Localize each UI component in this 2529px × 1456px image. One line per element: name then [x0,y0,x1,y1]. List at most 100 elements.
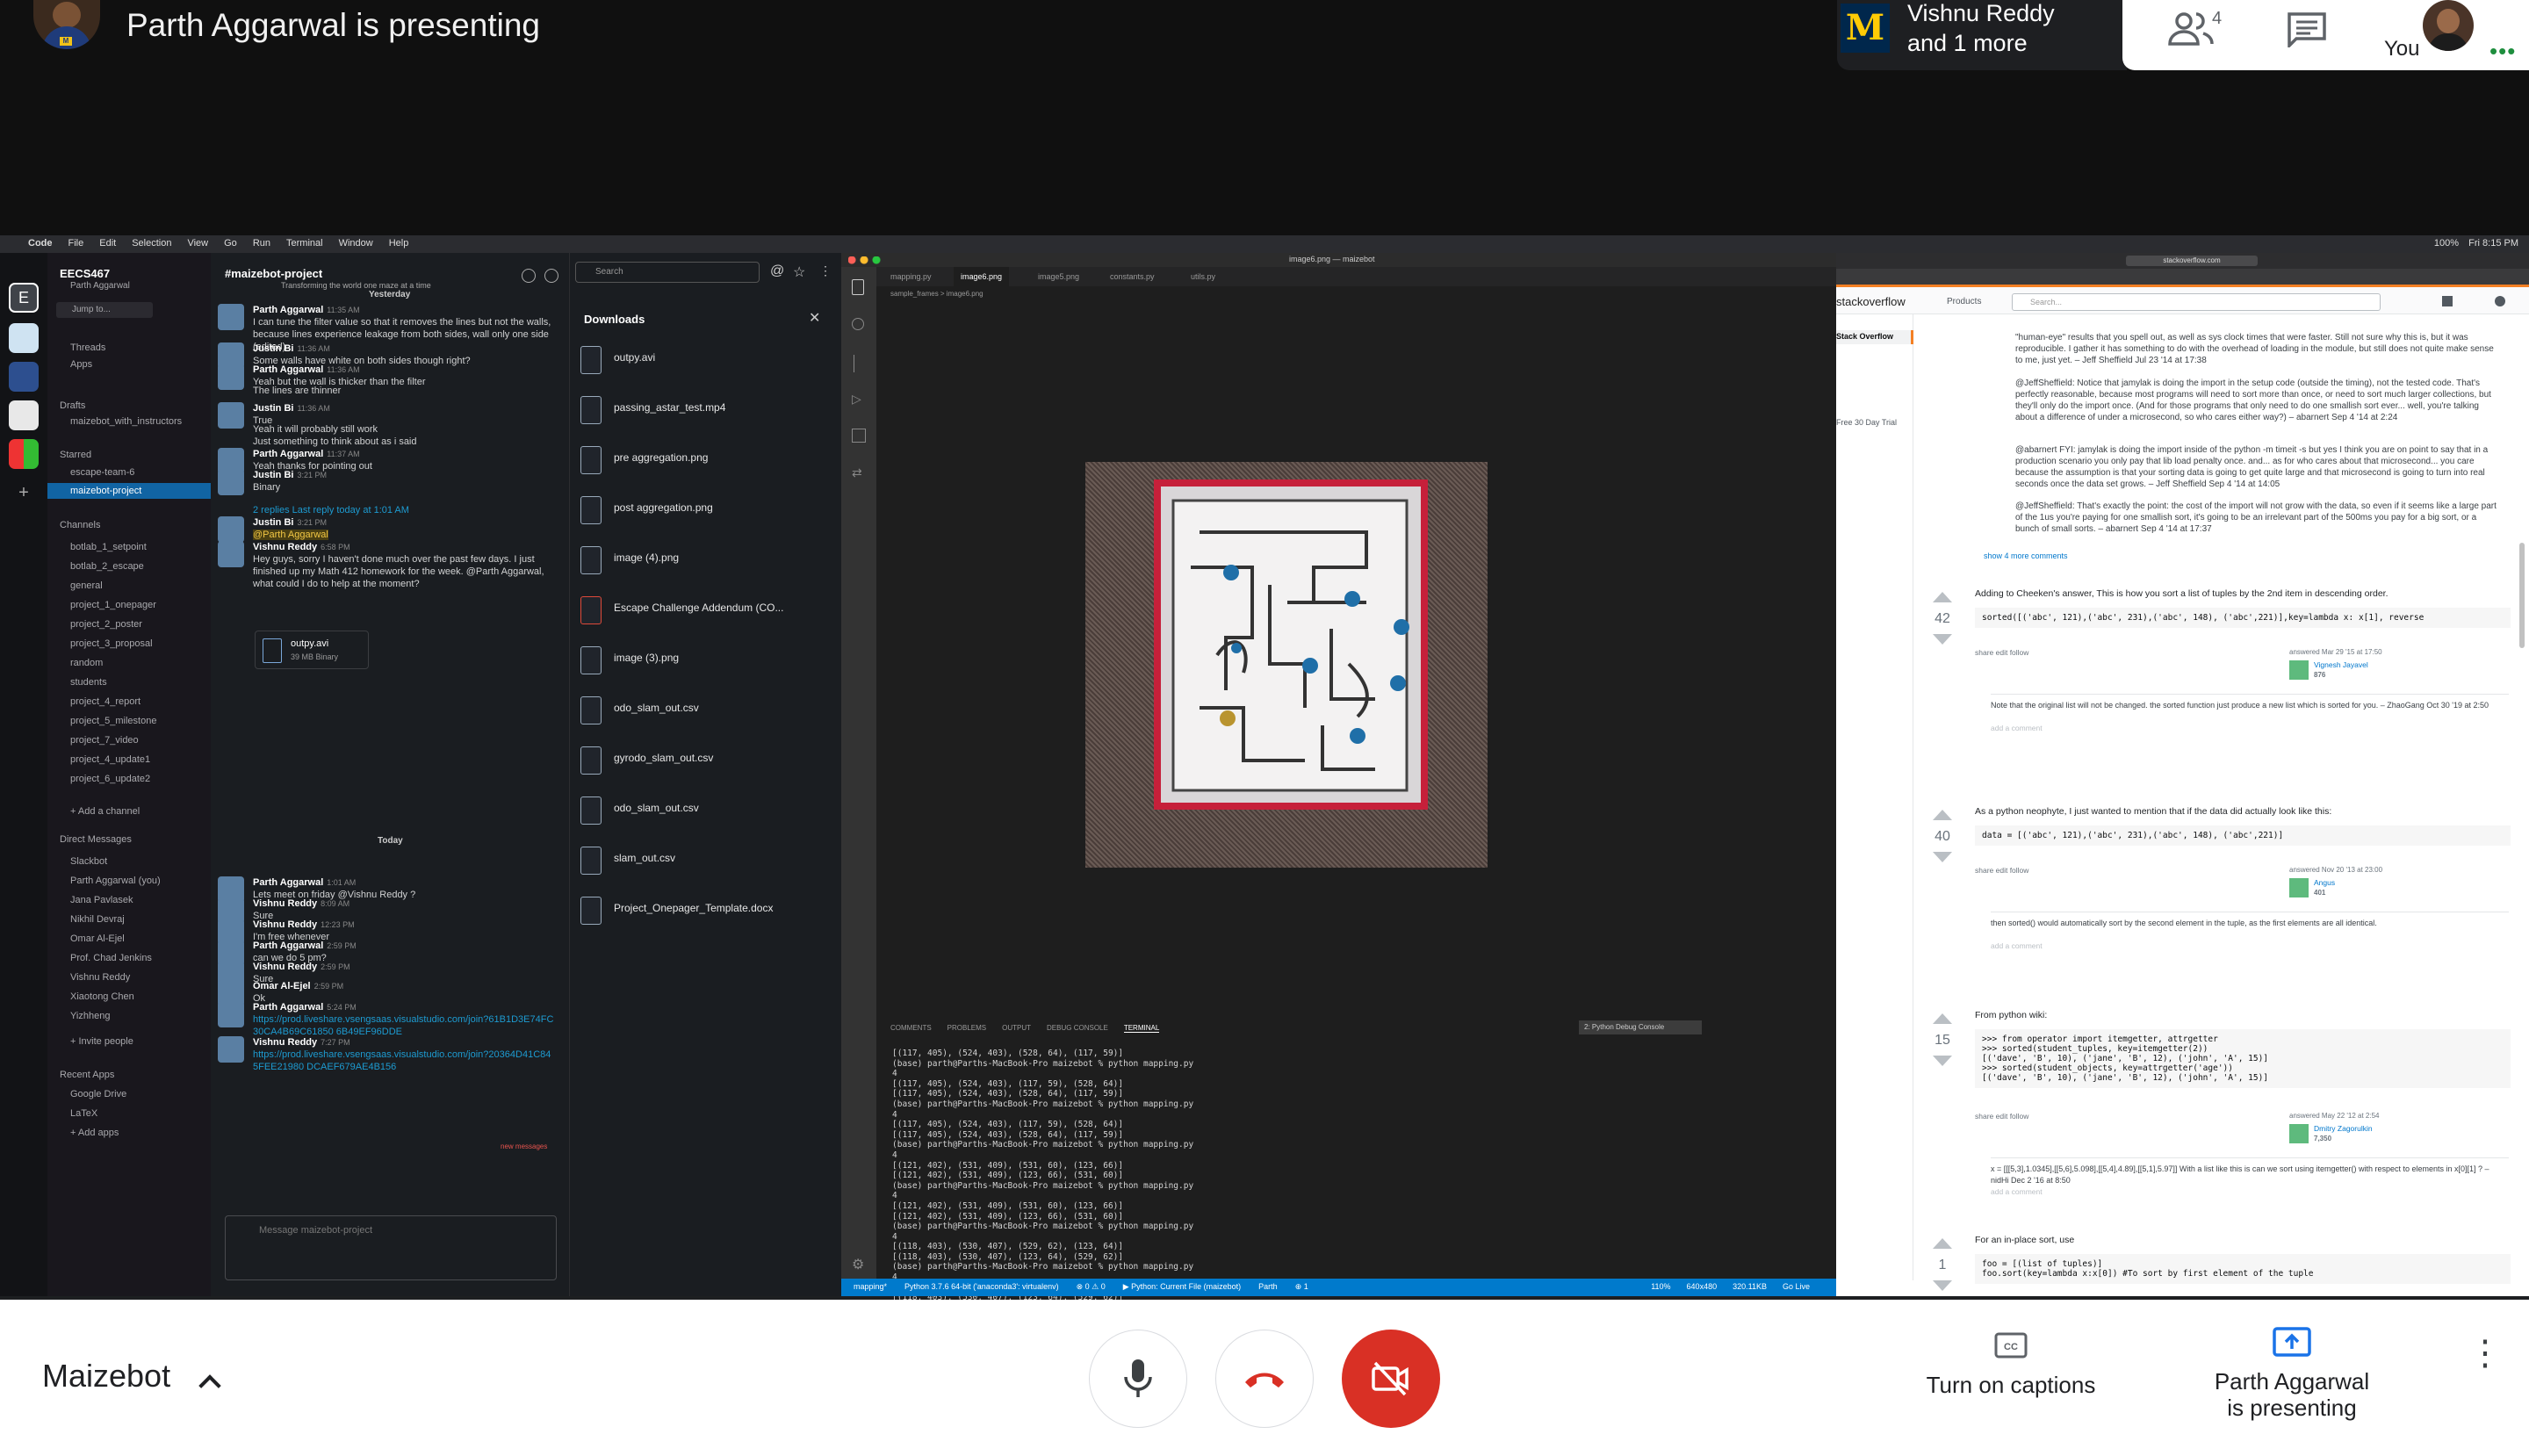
upvote-arrow-icon[interactable] [1933,1238,1952,1249]
status-item[interactable]: ⊕ 1 [1295,1282,1308,1292]
channel-item[interactable]: general [70,576,156,595]
post-actions[interactable]: share edit follow [1975,648,2028,657]
panel-tab-output[interactable]: OUTPUT [1002,1024,1031,1033]
channel-item[interactable]: project_3_proposal [70,634,156,653]
download-item[interactable]: outpy.avi [580,341,835,379]
message[interactable]: 2 replies Last reply today at 1:01 AM [221,504,555,516]
panel-tab-problems[interactable]: PROBLEMS [947,1024,986,1033]
channel-item[interactable]: project_7_video [70,731,156,750]
chat-button[interactable] [2286,11,2331,50]
so-products[interactable]: Products [1947,297,1981,306]
status-item[interactable]: 110% [1651,1282,1670,1291]
add-workspace-icon[interactable]: + [9,478,39,508]
manage-gear-icon[interactable]: ⚙ [852,1256,864,1273]
avatar[interactable] [218,541,244,567]
dm-item[interactable]: Xiaotong Chen [70,987,161,1006]
download-item[interactable]: gyrodo_slam_out.csv [580,741,835,780]
user-avatar[interactable] [2289,660,2309,680]
message-time[interactable]: 11:37 AM [327,450,359,458]
channel-item[interactable]: project_6_update2 [70,769,156,789]
recent-app-latex[interactable]: LaTeX [70,1108,97,1119]
leave-call-button[interactable] [1215,1330,1314,1428]
channel-name[interactable]: #maizebot-project [225,267,322,280]
status-item[interactable]: Python 3.7.6 64-bit ('anaconda3': virtua… [904,1282,1059,1292]
message[interactable]: Vishnu Reddy 6:58 PM Hey guys, sorry I hav… [218,541,555,590]
message-author[interactable]: Parth Aggarwal [253,941,323,951]
terminal-output[interactable]: [(117, 405), (524, 403), (528, 64), (117… [892,1049,1823,1300]
message-author[interactable]: Vishnu Reddy [253,898,317,909]
add-comment-link[interactable]: add a comment [1991,724,2043,732]
so-nav-trial[interactable]: Free 30 Day Trial [1836,418,1897,427]
so-search-input[interactable]: Search... [2012,293,2381,311]
code-block[interactable]: >>> from operator import itemgetter, att… [1975,1029,2511,1088]
status-item[interactable]: Parth [1258,1282,1278,1292]
more-options-icon[interactable]: ⋮ [2468,1336,2503,1398]
presenting-button[interactable]: Parth Aggarwal is presenting [2143,1326,2441,1440]
download-item[interactable]: post aggregation.png [580,491,835,530]
dm-item[interactable]: Prof. Chad Jenkins [70,948,161,968]
download-item[interactable]: odo_slam_out.csv [580,691,835,730]
mentions-icon[interactable]: @ [770,263,784,279]
download-item[interactable]: pre aggregation.png [580,441,835,479]
liveshare-icon[interactable]: ⇄ [852,465,862,480]
code-block[interactable]: foo = [(list of tuples)] foo.sort(key=la… [1975,1254,2511,1284]
message-author[interactable]: Vishnu Reddy [253,919,317,930]
message[interactable]: Justin Bi 3:21 PM @Parth Aggarwal [218,516,555,543]
download-item[interactable]: slam_out.csv [580,841,835,880]
add-comment-link[interactable]: add a comment [1991,1187,2043,1196]
so-inbox-icon[interactable] [2442,296,2453,306]
avatar[interactable] [218,1036,244,1063]
channel-item[interactable]: project_4_update1 [70,750,156,769]
download-item[interactable]: image (3).png [580,641,835,680]
channel-item[interactable]: project_4_report [70,692,156,711]
status-item[interactable]: 640x480 [1687,1282,1718,1291]
message-author[interactable]: Parth Aggarwal [253,364,323,375]
workspace-name[interactable]: EECS467 [60,267,110,280]
add-channel[interactable]: + Add a channel [70,806,140,817]
message-time[interactable]: 8:09 AM [321,899,349,908]
message[interactable]: Parth Aggarwal 5:24 PM https://prod.livesh… [218,1001,555,1038]
dm-item[interactable]: Jana Pavlasek [70,890,161,910]
slack-search-input[interactable]: Search [575,262,760,283]
message-author[interactable]: Justin Bi [253,470,293,480]
run-icon[interactable]: ▷ [852,392,861,407]
channel-item[interactable]: project_5_milestone [70,711,156,731]
channel-item[interactable]: project_1_onepager [70,595,156,615]
message-author[interactable]: Parth Aggarwal [253,877,323,888]
download-item[interactable]: Project_Onepager_Template.docx [580,891,835,930]
dm-item[interactable]: Omar Al-Ejel [70,929,161,948]
workspace-eecs-icon[interactable]: E [9,283,39,313]
message-author[interactable]: Parth Aggarwal [253,449,323,459]
tab-image6[interactable]: image6.png [954,267,1010,286]
download-item[interactable]: Escape Challenge Addendum (CO... [580,591,835,630]
status-item[interactable]: ⊗ 0 ⚠ 0 [1077,1282,1106,1292]
download-item[interactable]: image (4).png [580,541,835,580]
user-avatar[interactable] [2289,878,2309,897]
status-item[interactable]: mapping* [854,1282,887,1292]
post-actions[interactable]: share edit follow [1975,1112,2028,1121]
menu-code[interactable]: Code [28,238,53,249]
message-time[interactable]: 2:59 PM [321,962,350,971]
tab-mapping[interactable]: mapping.py [890,272,932,281]
message[interactable]: Yeah it will probably still work [221,423,555,436]
captions-button[interactable]: CC Turn on captions [1914,1331,2108,1428]
download-item[interactable]: passing_astar_test.mp4 [580,391,835,429]
sidebar-threads[interactable]: Threads [70,342,105,353]
workspace-5-icon[interactable] [9,439,39,469]
code-block[interactable]: data = [('abc', 121),('abc', 231),('abc'… [1975,825,2511,846]
message-author[interactable]: Justin Bi [253,517,293,528]
participant-tile[interactable]: M Vishnu Reddy and 1 more [1837,0,2127,70]
user-name[interactable]: Dmitry Zagorulkin [2314,1124,2373,1133]
dm-item[interactable]: Nikhil Devraj [70,910,161,929]
file-attachment[interactable]: outpy.avi 39 MB Binary [255,631,369,669]
so-help-icon[interactable] [2495,296,2505,306]
more-icon[interactable]: ⋮ [819,263,832,278]
avatar[interactable] [218,1001,244,1027]
show-more-comments[interactable]: show 4 more comments [1984,551,2068,560]
message-time[interactable]: 12:23 PM [321,920,355,929]
menu-edit[interactable]: Edit [99,238,116,249]
menu-run[interactable]: Run [253,238,270,249]
avatar[interactable] [218,304,244,330]
avatar[interactable] [218,516,244,543]
workspace-3-icon[interactable] [9,362,39,392]
